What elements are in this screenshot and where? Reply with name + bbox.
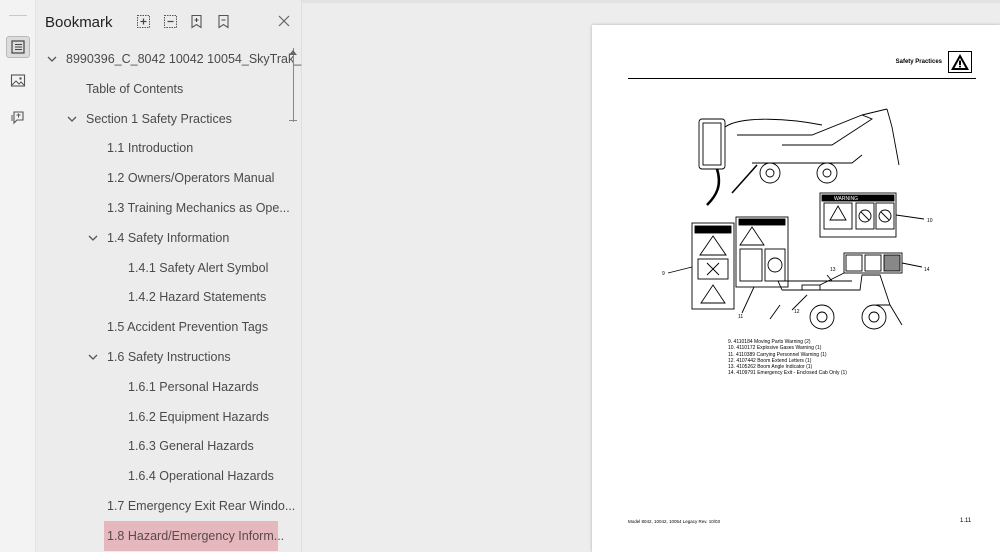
decal-location-figure: WARNING 9 10 11 12 13 14	[662, 108, 933, 330]
scrollbar-end	[289, 120, 297, 121]
callout-13: 13	[830, 267, 836, 273]
callout-11: 11	[738, 314, 743, 320]
bookmark-item-label: Section 1 Safety Practices	[86, 111, 232, 126]
bookmark-item-label: 1.6.1 Personal Hazards	[128, 379, 259, 394]
bookmark-item-label: 1.8 Hazard/Emergency Inform...	[107, 528, 285, 543]
decal-warning-label: WARNING	[834, 196, 858, 202]
scrollbar-track[interactable]	[293, 48, 294, 122]
callout-9: 9	[662, 271, 665, 277]
bookmark-item[interactable]: 1.6.2 Equipment Hazards	[128, 402, 269, 432]
scroll-up-arrow[interactable]	[289, 50, 297, 55]
bookmark-item-label: 1.6.4 Operational Hazards	[128, 469, 274, 484]
bookmark-item[interactable]: 1.6 Safety Instructions	[87, 342, 231, 372]
page-footer-model: Model 8042, 10042, 10054 Legacy Rev. 10/…	[628, 519, 720, 524]
header-rule	[628, 78, 976, 79]
viewer-top-border	[302, 0, 1000, 3]
bookmark-item-label: 1.3 Training Mechanics as Ope...	[107, 201, 290, 215]
legend-line: 14. 4109791 Emergency Exit - Enclosed Ca…	[728, 370, 847, 377]
bookmark-item-label: 8990396_C_8042 10042 10054_SkyTrak_...	[66, 52, 312, 66]
bookmark-item[interactable]: 1.3 Training Mechanics as Ope...	[107, 193, 290, 223]
bookmark-item-label: 1.7 Emergency Exit Rear Windo...	[107, 499, 296, 513]
bookmark-list-icon	[11, 40, 25, 54]
bookmark-item-label: 1.6.2 Equipment Hazards	[128, 409, 270, 424]
image-icon	[10, 74, 26, 87]
comments-button[interactable]	[6, 106, 30, 128]
bookmark-item-label: 1.6 Safety Instructions	[107, 350, 231, 364]
bookmark-item-label: 1.4.2 Hazard Statements	[128, 290, 267, 305]
bookmark-item[interactable]: 1.6.4 Operational Hazards	[128, 461, 274, 491]
bookmark-item[interactable]: 1.4.1 Safety Alert Symbol	[128, 253, 268, 283]
bookmark-item[interactable]: 1.4 Safety Information	[87, 223, 229, 253]
close-icon[interactable]	[276, 13, 292, 29]
chevron-down-icon[interactable]	[87, 351, 99, 363]
bookmark-item[interactable]: 1.4.2 Hazard Statements	[128, 282, 266, 312]
chevron-down-icon[interactable]	[87, 232, 99, 244]
bookmark-item[interactable]: 1.5 Accident Prevention Tags	[107, 312, 268, 342]
bookmark-item-label: 1.4.1 Safety Alert Symbol	[128, 260, 269, 275]
bookmark-item-label: 1.5 Accident Prevention Tags	[107, 320, 268, 335]
bookmark-panel-button[interactable]	[6, 36, 30, 58]
expand-all-icon[interactable]	[136, 14, 151, 29]
bookmark-item[interactable]: 1.7 Emergency Exit Rear Windo...	[107, 491, 295, 521]
chevron-down-icon[interactable]	[66, 113, 78, 125]
page-number: 1.11	[960, 518, 972, 524]
bookmark-item-label: 1.2 Owners/Operators Manual	[107, 171, 275, 186]
safety-alert-icon	[948, 51, 972, 73]
delete-bookmark-icon[interactable]	[216, 14, 231, 29]
bookmark-item[interactable]: Section 1 Safety Practices	[66, 104, 232, 134]
document-viewer[interactable]: Safety Practices WARNING 9 10 11 12 13 1…	[302, 0, 1000, 552]
thumbnails-button[interactable]	[6, 70, 30, 92]
bookmark-item[interactable]: 1.6.3 General Hazards	[128, 431, 254, 461]
decal-legend: 9. 4110184 Moving Parts Warning (2) 10. 4…	[728, 339, 847, 377]
side-rail	[0, 0, 36, 552]
bookmark-item[interactable]: 1.1 Introduction	[107, 133, 193, 163]
bookmark-item-label: 1.4 Safety Information	[107, 230, 230, 245]
rail-grip	[9, 15, 27, 16]
bookmark-item-label: 1.6.3 General Hazards	[128, 439, 254, 454]
chevron-down-icon[interactable]	[46, 53, 58, 65]
bookmark-item-label: Table of Contents	[86, 81, 184, 96]
bookmark-panel-header: Bookmark	[36, 0, 302, 44]
bookmark-item-label: 1.1 Introduction	[107, 141, 194, 156]
bookmark-item[interactable]: 1.8 Hazard/Emergency Inform...	[104, 520, 284, 551]
callout-10: 10	[927, 218, 933, 224]
bookmark-panel: Bookmark 8990396_C_8042 10042 10054_SkyT…	[36, 0, 328, 552]
pdf-page: Safety Practices WARNING 9 10 11 12 13 1…	[592, 25, 1000, 552]
collapse-all-icon[interactable]	[163, 14, 178, 29]
callout-12: 12	[794, 309, 800, 315]
bookmark-item[interactable]: 1.2 Owners/Operators Manual	[107, 163, 274, 193]
bookmark-item[interactable]: 8990396_C_8042 10042 10054_SkyTrak_...	[46, 44, 312, 74]
callout-14: 14	[924, 267, 930, 273]
bookmark-item[interactable]: Table of Contents	[86, 74, 183, 104]
annotation-icon	[11, 111, 24, 125]
bookmark-item[interactable]: 1.6.1 Personal Hazards	[128, 372, 259, 402]
page-header: Safety Practices	[895, 59, 942, 65]
add-bookmark-icon[interactable]	[189, 14, 204, 29]
bookmark-panel-title: Bookmark	[45, 14, 113, 31]
